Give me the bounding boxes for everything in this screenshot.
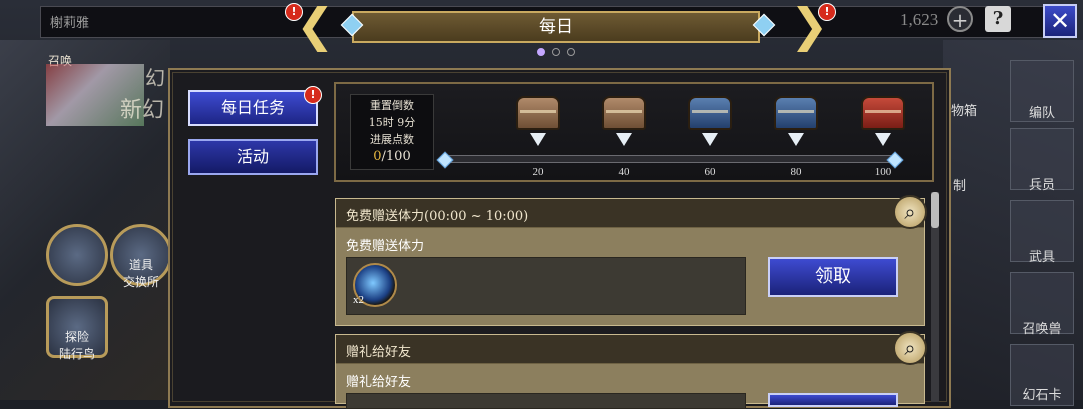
milestone-arrow-icon	[530, 133, 546, 146]
bg-label-craft: 制	[953, 179, 967, 194]
bg-label-chest: 物箱	[951, 104, 978, 119]
right-menu-label-party: 编队	[1028, 106, 1055, 121]
tab-daily-missions[interactable]: 每日任务	[188, 90, 318, 126]
exclamation-badge-icon: !	[818, 3, 836, 21]
currency-amount: 1,623	[900, 10, 939, 29]
milestone-arrow-icon	[702, 133, 718, 146]
treasure-chest-icon[interactable]	[861, 96, 905, 130]
close-button[interactable]: ✕	[1043, 4, 1077, 38]
item-exchange-label: 道具 交换所	[122, 258, 159, 289]
magnifier-icon[interactable]: ⌕	[893, 331, 927, 365]
treasure-chest-icon[interactable]	[516, 96, 560, 130]
exclamation-badge-icon: !	[304, 86, 322, 104]
reset-label: 重置倒数	[370, 99, 414, 112]
chocobo-explore-label: 探险 陆行鸟	[58, 330, 95, 361]
right-menu-label-card: 幻石卡	[1022, 388, 1062, 403]
milestone-arrow-icon	[875, 133, 891, 146]
milestone-value: 20	[532, 166, 544, 178]
milestone-value: 100	[874, 166, 892, 178]
milestone-value: 60	[704, 166, 716, 178]
page-indicator	[537, 48, 575, 56]
mission-title: 免费赠送体力(00:00 ~ 10:00)	[346, 209, 529, 224]
points-max: /100	[381, 149, 411, 164]
reward-box	[346, 393, 746, 409]
reward-box: x2	[346, 257, 746, 315]
claim-button[interactable]: 领取	[768, 257, 898, 297]
mission-card: 赠礼给好友 赠礼给好友	[335, 334, 925, 409]
player-name: 榭莉雅	[50, 16, 90, 31]
right-menu-label-summon: 召唤兽	[1022, 322, 1062, 337]
treasure-chest-icon[interactable]	[602, 96, 646, 130]
reset-time: 15时 9分	[368, 116, 416, 129]
banner-text: 新幻	[120, 98, 165, 123]
points-current: 0	[373, 149, 382, 164]
milestone-value: 40	[618, 166, 630, 178]
progress-info: 重置倒数 15时 9分 进展点数 0/100	[350, 94, 434, 170]
magnifier-icon[interactable]: ⌕	[893, 195, 927, 229]
tab-events[interactable]: 活动	[188, 139, 318, 175]
moogle-icon[interactable]	[46, 224, 108, 286]
milestone-arrow-icon	[616, 133, 632, 146]
right-menu-label-soldier: 兵员	[1028, 178, 1055, 193]
exclamation-badge-icon: !	[285, 3, 303, 21]
mission-subtitle: 免费赠送体力	[346, 239, 425, 254]
milestone-value: 80	[790, 166, 802, 178]
mission-subtitle: 赠礼给好友	[346, 375, 412, 390]
mission-header	[336, 335, 924, 364]
page-dot-active	[537, 48, 545, 56]
claim-button[interactable]	[768, 393, 898, 407]
mission-title: 赠礼给好友	[346, 345, 412, 360]
points-value: 0/100	[351, 148, 433, 165]
page-title: 每日	[352, 11, 760, 43]
help-button[interactable]: ?	[985, 6, 1011, 32]
page-dot	[567, 48, 575, 56]
treasure-chest-icon[interactable]	[774, 96, 818, 130]
reward-quantity: x2	[353, 294, 364, 306]
progress-track	[445, 155, 897, 163]
add-currency-button[interactable]: +	[947, 6, 973, 32]
points-label: 进展点数	[370, 133, 414, 146]
milestone-arrow-icon	[788, 133, 804, 146]
right-menu-label-weapon: 武具	[1028, 250, 1055, 265]
page-dot	[552, 48, 560, 56]
banner-text-top: 幻	[145, 66, 165, 90]
treasure-chest-icon[interactable]	[688, 96, 732, 130]
scrollbar-thumb[interactable]	[931, 192, 939, 228]
mission-card: 免费赠送体力(00:00 ~ 10:00) 免费赠送体力 x2 领取	[335, 198, 925, 326]
